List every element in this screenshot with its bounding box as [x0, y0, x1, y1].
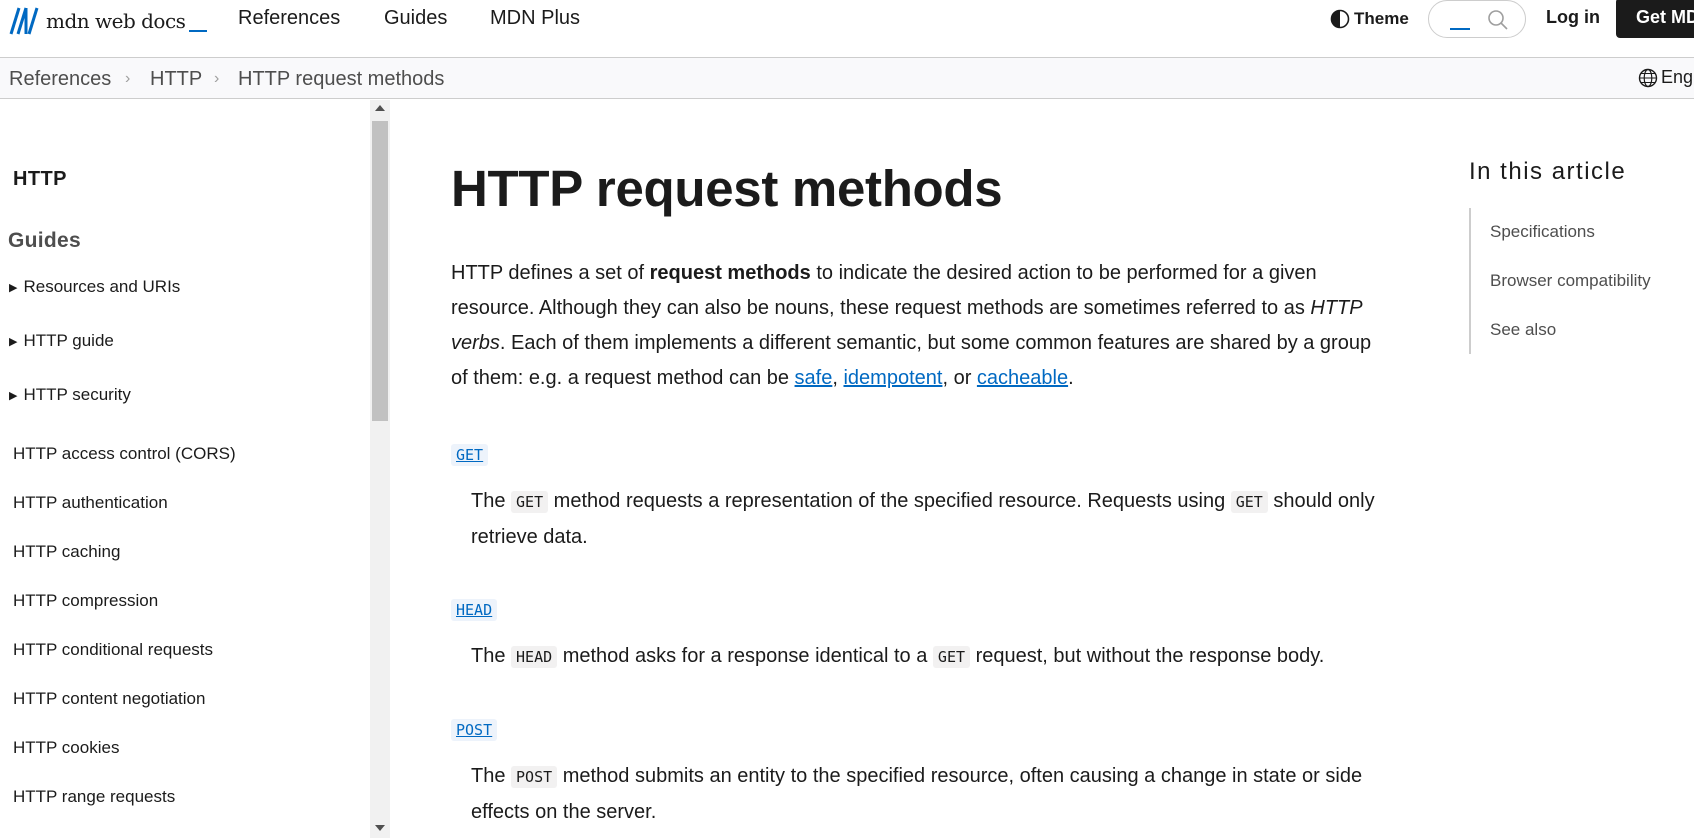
nav-references[interactable]: References: [238, 7, 340, 30]
method-link-head[interactable]: HEAD: [451, 599, 498, 621]
chevron-right-icon: ›: [125, 70, 131, 87]
sidebar: HTTP Guides ▶ Resources and URIs ▶ HTTP …: [0, 100, 390, 838]
nav-guides[interactable]: Guides: [384, 7, 447, 30]
method-link-get[interactable]: GET: [451, 444, 489, 466]
sidebar-item-content-negotiation[interactable]: HTTP content negotiation: [13, 689, 205, 709]
sidebar-item-cookies[interactable]: HTTP cookies: [13, 738, 119, 758]
theme-label: Theme: [1354, 9, 1409, 28]
theme-button[interactable]: Theme: [1330, 5, 1409, 33]
mdn-logo-icon: [9, 7, 39, 35]
toc-link-browser-compatibility[interactable]: Browser compatibility: [1490, 271, 1651, 291]
method-term-head: HEAD: [451, 599, 498, 621]
method-desc-post: The POST method submits an entity to the…: [471, 765, 1363, 823]
method-desc-get: The GET method requests a representation…: [471, 490, 1375, 548]
toc-link-see-also[interactable]: See also: [1490, 320, 1556, 340]
logo-cursor: [189, 30, 208, 32]
triangle-right-icon: ▶: [9, 389, 18, 402]
mdn-logo[interactable]: mdn web docs: [8, 4, 208, 38]
sidebar-group-http-guide[interactable]: ▶ HTTP guide: [9, 331, 114, 351]
search-input[interactable]: [1428, 0, 1526, 38]
scroll-thumb[interactable]: [372, 121, 388, 421]
sidebar-section-guides: Guides: [8, 229, 81, 252]
sidebar-group-resources-and-uris[interactable]: ▶ Resources and URIs: [9, 277, 180, 297]
link-idempotent[interactable]: idempotent: [843, 367, 942, 389]
link-cacheable[interactable]: cacheable: [977, 367, 1068, 389]
toc-title: In this article: [1469, 158, 1627, 185]
get-mdn-plus-button[interactable]: Get MDN Plus: [1616, 0, 1694, 38]
sidebar-item-cors[interactable]: HTTP access control (CORS): [13, 444, 236, 464]
toc-link-specifications[interactable]: Specifications: [1490, 222, 1595, 242]
sidebar-group-label: Resources and URIs: [23, 277, 181, 296]
sidebar-item-conditional-requests[interactable]: HTTP conditional requests: [13, 640, 213, 660]
method-link-post[interactable]: POST: [451, 719, 498, 741]
scroll-up-icon[interactable]: [375, 105, 385, 111]
page-title: HTTP request methods: [451, 160, 1003, 217]
sidebar-group-label: HTTP security: [23, 385, 131, 404]
sidebar-item-caching[interactable]: HTTP caching: [13, 542, 120, 562]
triangle-right-icon: ▶: [9, 335, 18, 348]
globe-icon: [1638, 68, 1658, 87]
method-desc-head: The HEAD method asks for a response iden…: [471, 645, 1325, 668]
intro-paragraph: HTTP defines a set of request methods to…: [451, 262, 1372, 389]
sidebar-heading[interactable]: HTTP: [13, 168, 67, 191]
sidebar-item-authentication[interactable]: HTTP authentication: [13, 493, 168, 513]
language-selector[interactable]: English (US): [1638, 67, 1694, 88]
method-term-get: GET: [451, 444, 489, 466]
sidebar-item-compression[interactable]: HTTP compression: [13, 591, 158, 611]
link-safe[interactable]: safe: [795, 367, 833, 389]
scroll-down-icon[interactable]: [375, 825, 385, 831]
breadcrumb-http[interactable]: HTTP: [150, 68, 202, 91]
toc-rail: [1469, 208, 1471, 354]
language-label: English (US): [1661, 67, 1694, 87]
triangle-right-icon: ▶: [9, 281, 18, 294]
method-term-post: POST: [451, 719, 498, 741]
search-caret: [1450, 28, 1470, 30]
nav-mdn-plus[interactable]: MDN Plus: [490, 7, 580, 30]
sidebar-group-http-security[interactable]: ▶ HTTP security: [9, 385, 131, 405]
sidebar-scrollbar[interactable]: [370, 100, 390, 838]
sidebar-item-range-requests[interactable]: HTTP range requests: [13, 787, 175, 807]
breadcrumb: References › HTTP › HTTP request methods…: [0, 58, 1694, 99]
theme-icon: [1330, 9, 1350, 29]
logo-text: mdn web docs: [46, 9, 186, 33]
sidebar-group-label: HTTP guide: [23, 331, 114, 350]
breadcrumb-references[interactable]: References: [9, 68, 111, 91]
breadcrumb-current[interactable]: HTTP request methods: [238, 68, 444, 91]
top-navigation: mdn web docs References Guides MDN Plus …: [0, 0, 1694, 58]
search-icon[interactable]: [1487, 9, 1509, 31]
chevron-right-icon: ›: [214, 70, 220, 87]
login-button[interactable]: Log in: [1546, 7, 1600, 28]
